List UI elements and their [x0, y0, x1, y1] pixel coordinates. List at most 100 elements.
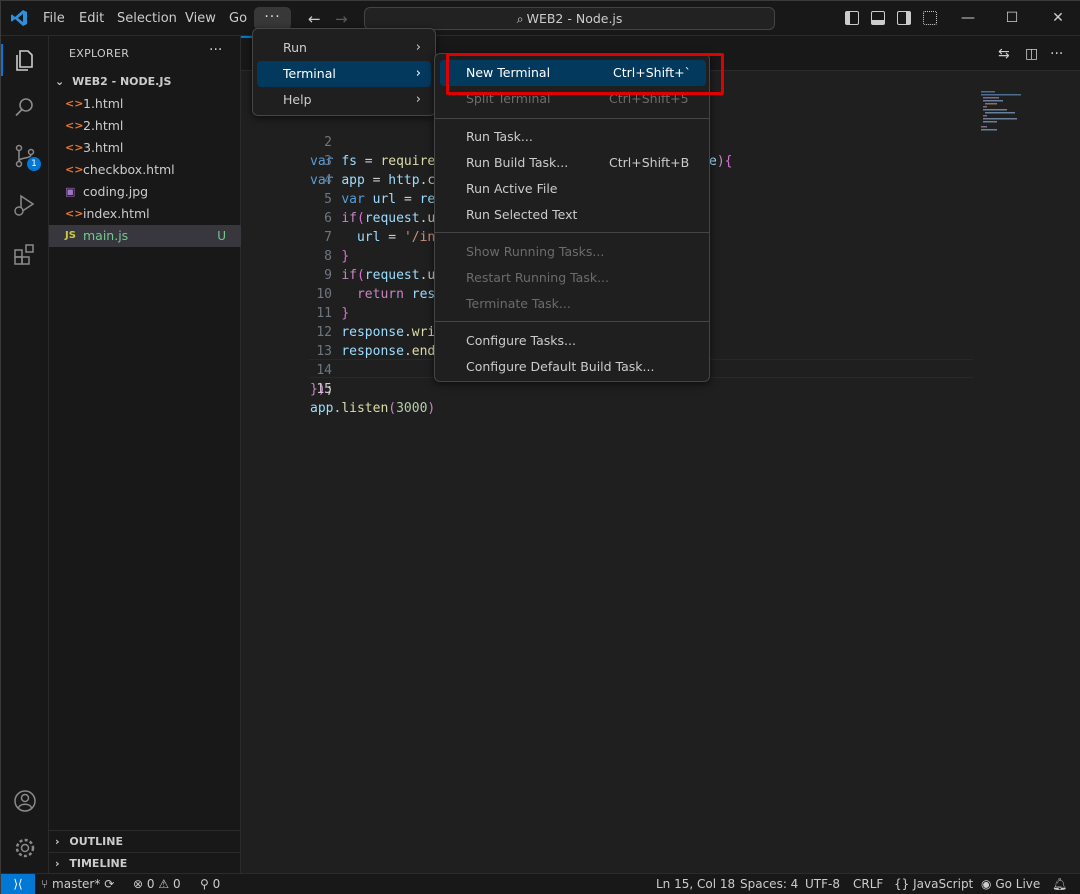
menu-item-show-running-tasks[interactable]: Show Running Tasks...: [440, 239, 706, 265]
line-number: 12: [316, 325, 332, 340]
code-line[interactable]: 5 if(request.u: [241, 171, 435, 226]
settings-gear-icon[interactable]: [12, 835, 38, 861]
code-line[interactable]: 9 return res: [241, 247, 435, 302]
menu-item-terminate-task[interactable]: Terminate Task...: [440, 291, 706, 317]
language-mode[interactable]: {} JavaScript: [894, 874, 973, 894]
menu-view[interactable]: View: [185, 1, 216, 36]
sidebar-more-actions[interactable]: ···: [209, 42, 222, 58]
account-icon[interactable]: [12, 788, 38, 814]
toggle-primary-sidebar-icon[interactable]: [845, 11, 859, 25]
line-number: 3: [324, 154, 332, 169]
code-line[interactable]: 4 var url = re: [241, 152, 435, 207]
radio-tower-icon: ◉: [981, 877, 992, 891]
outline-label: OUTLINE: [69, 835, 123, 848]
back-arrow-icon[interactable]: ←: [308, 10, 321, 28]
command-center-search[interactable]: ⌕ WEB2 - Node.js: [364, 7, 775, 30]
file-name: index.html: [83, 206, 150, 221]
file-item[interactable]: <> 3.html: [49, 137, 241, 159]
timeline-section[interactable]: › TIMELINE: [49, 852, 241, 874]
html-file-icon: <>: [65, 141, 84, 154]
compare-changes-icon[interactable]: ⇆: [998, 46, 1010, 62]
outline-section[interactable]: › OUTLINE: [49, 830, 241, 852]
menu-item-run-active-file[interactable]: Run Active File: [440, 176, 706, 202]
file-item[interactable]: <> index.html: [49, 203, 241, 225]
toggle-secondary-sidebar-icon[interactable]: [897, 11, 911, 25]
search-icon: ⌕: [516, 11, 524, 26]
menu-selection[interactable]: Selection: [117, 1, 177, 36]
run-debug-icon[interactable]: [12, 192, 38, 218]
more-menu-button[interactable]: ···: [254, 7, 291, 30]
menu-item-restart-running-task[interactable]: Restart Running Task...: [440, 265, 706, 291]
close-button[interactable]: ✕: [1035, 1, 1080, 36]
search-icon[interactable]: [12, 94, 38, 120]
status-bar: ⟩⟨ ⑂ master* ⟳ ⊗ 0 ⚠ 0 ⚲ 0 Ln 15, Col 18…: [1, 873, 1080, 894]
code-text: app.listen(3000): [310, 401, 436, 416]
toggle-panel-icon[interactable]: [871, 11, 885, 25]
workspace-folder[interactable]: ⌄ WEB2 - NODE.JS: [49, 71, 241, 93]
menu-item-label: Configure Default Build Task...: [466, 359, 655, 374]
editor-more-icon[interactable]: ···: [1050, 46, 1063, 62]
split-editor-icon[interactable]: ◫: [1025, 46, 1038, 62]
menu-item-run-task[interactable]: Run Task...: [440, 124, 706, 150]
menu-item-label: Run Build Task...: [466, 155, 569, 170]
encoding[interactable]: UTF-8: [805, 874, 840, 894]
menu-item-terminal[interactable]: Terminal ›: [257, 61, 431, 87]
remote-indicator[interactable]: ⟩⟨: [1, 874, 35, 894]
file-item[interactable]: <> 1.html: [49, 93, 241, 115]
menu-item-configure-tasks[interactable]: Configure Tasks...: [440, 328, 706, 354]
indentation[interactable]: Spaces: 4: [740, 874, 798, 894]
file-item-active[interactable]: JS main.js U: [49, 225, 241, 247]
menu-go[interactable]: Go: [229, 1, 247, 36]
warning-count: 0: [172, 877, 181, 891]
branch-indicator[interactable]: ⑂ master* ⟳: [41, 874, 114, 894]
menu-item-label: Terminal: [283, 66, 336, 81]
maximize-button[interactable]: ☐: [989, 1, 1035, 36]
code-line[interactable]: 3 var app = http.c: [241, 133, 435, 188]
minimize-button[interactable]: —: [945, 1, 991, 36]
line-number: 8: [324, 249, 332, 264]
notifications-bell-icon[interactable]: 🔔︎: [1052, 874, 1067, 894]
branch-name: master*: [52, 877, 101, 891]
line-number: 13: [316, 344, 332, 359]
html-file-icon: <>: [65, 163, 84, 176]
file-item[interactable]: <> 2.html: [49, 115, 241, 137]
untracked-status: U: [217, 229, 226, 243]
code-line[interactable]: 2 var fs = require: [241, 114, 435, 169]
cursor-position[interactable]: Ln 15, Col 18: [656, 874, 735, 894]
code-line[interactable]: 11 response.wri: [241, 285, 435, 340]
end-of-line[interactable]: CRLF: [853, 874, 883, 894]
file-item[interactable]: ▣ coding.jpg: [49, 181, 241, 203]
menu-file[interactable]: File: [43, 1, 65, 36]
code-line[interactable]: 13: [241, 323, 332, 359]
minimap[interactable]: [981, 91, 1041, 131]
code-line[interactable]: 12 response.end: [241, 304, 435, 359]
code-line[interactable]: 14 });: [241, 342, 333, 397]
ports-indicator[interactable]: ⚲ 0: [200, 874, 220, 894]
code-line[interactable]: 8 if(request.u: [241, 228, 435, 283]
explorer-icon[interactable]: [12, 47, 38, 73]
menu-item-run-selected-text[interactable]: Run Selected Text: [440, 202, 706, 228]
customize-layout-icon[interactable]: [923, 11, 937, 25]
menu-item-run[interactable]: Run ›: [257, 35, 431, 61]
menu-item-run-build-task[interactable]: Run Build Task... Ctrl+Shift+B: [440, 150, 706, 176]
menu-item-label: Run Task...: [466, 129, 533, 144]
search-text: WEB2 - Node.js: [526, 11, 623, 26]
chevron-right-icon: ›: [415, 40, 421, 55]
code-line[interactable]: 10 }: [241, 266, 349, 321]
go-live-button[interactable]: ◉ Go Live: [981, 874, 1040, 894]
menu-item-help[interactable]: Help ›: [257, 87, 431, 113]
line-number: 10: [316, 287, 332, 302]
problems-indicator[interactable]: ⊗ 0 ⚠ 0: [133, 874, 181, 894]
code-line[interactable]: 6 url = '/in: [241, 190, 435, 245]
annotation-highlight-box: [446, 53, 724, 95]
code-line-current[interactable]: 15 app.listen(3000): [241, 361, 435, 416]
menu-edit[interactable]: Edit: [79, 1, 104, 36]
file-name: 2.html: [83, 118, 124, 133]
extensions-icon[interactable]: [12, 241, 38, 267]
menu-item-configure-default-build-task[interactable]: Configure Default Build Task...: [440, 354, 706, 380]
active-indicator: [1, 44, 3, 76]
vscode-window: File Edit Selection View Go ··· ← → ⌕ WEB…: [0, 0, 1080, 894]
code-line[interactable]: 7 }: [241, 209, 349, 264]
forward-arrow-icon[interactable]: →: [335, 10, 348, 28]
file-item[interactable]: <> checkbox.html: [49, 159, 241, 181]
